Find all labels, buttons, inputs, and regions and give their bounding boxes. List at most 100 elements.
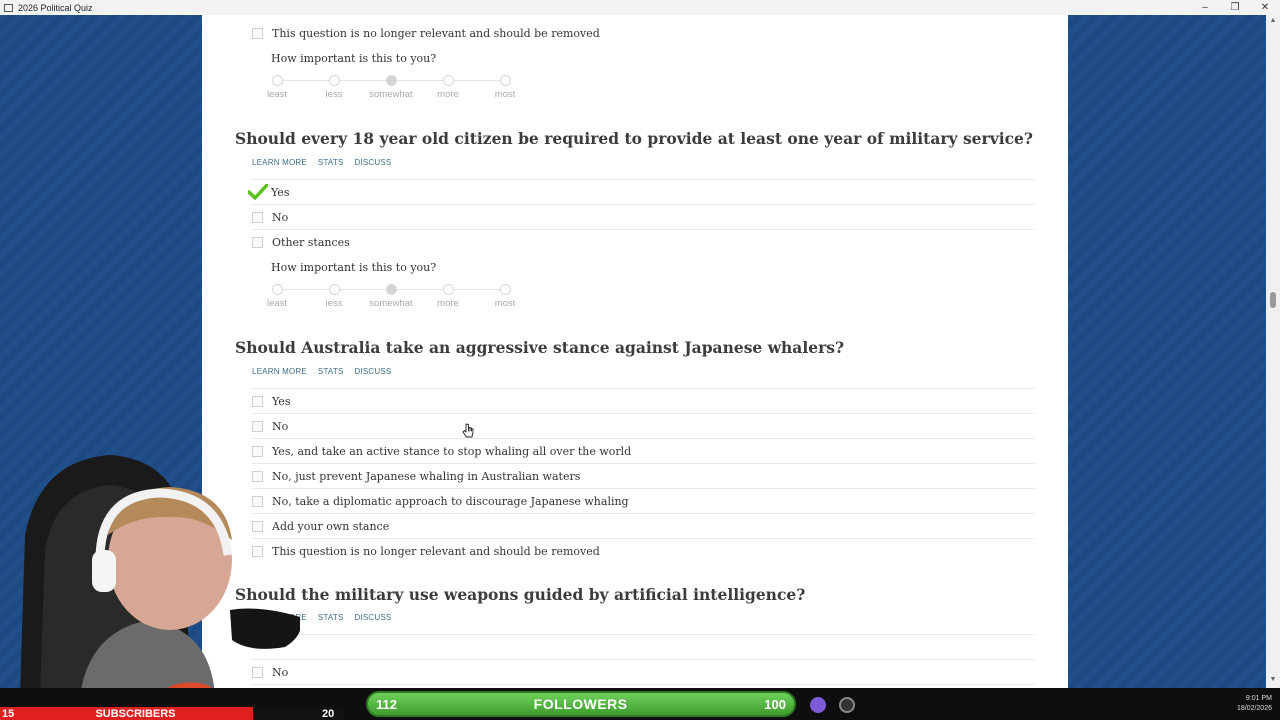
option-yes[interactable]: Yes: [248, 183, 289, 201]
importance-label: somewhat: [369, 298, 413, 309]
stats-link[interactable]: STATS: [318, 158, 344, 167]
importance-label: most: [494, 89, 516, 100]
radio-dot[interactable]: [442, 75, 454, 86]
importance-somewhat[interactable]: somewhat: [362, 75, 420, 100]
importance-label: more: [437, 89, 459, 100]
importance-prompt: How important is this to you?: [271, 52, 437, 65]
checkbox[interactable]: [252, 27, 263, 39]
option-yes[interactable]: Yes: [252, 392, 290, 410]
importance-somewhat[interactable]: somewhat: [362, 284, 420, 309]
divider: [252, 659, 1035, 660]
importance-less[interactable]: less: [305, 75, 363, 100]
divider: [252, 634, 1035, 635]
question-links: LEARN MORE STATS DISCUSS: [252, 158, 391, 167]
checkbox[interactable]: [252, 236, 263, 248]
question-title-ai-weapons: Should the military use weapons guided b…: [235, 585, 806, 604]
hand-cursor-icon: [462, 423, 474, 438]
restore-button[interactable]: ❐: [1220, 2, 1250, 13]
question-title-military-service: Should every 18 year old citizen be requ…: [235, 129, 1033, 148]
option-remove-question[interactable]: This question is no longer relevant and …: [252, 542, 600, 560]
option-no[interactable]: No: [252, 208, 288, 226]
followers-left-count: 112: [376, 696, 397, 712]
clock-time: 9:01 PM: [1245, 695, 1272, 702]
importance-prompt: How important is this to you?: [271, 261, 437, 274]
subscribers-right-count: 20: [322, 707, 335, 720]
radio-dot-selected[interactable]: [385, 284, 397, 295]
discuss-link[interactable]: DISCUSS: [355, 367, 392, 376]
option-diplomatic-approach[interactable]: No, take a diplomatic approach to discou…: [252, 492, 629, 510]
scroll-up-arrow-icon[interactable]: ▲: [1266, 17, 1280, 24]
divider: [252, 179, 1035, 180]
importance-more[interactable]: more: [419, 75, 477, 100]
option-stop-whaling-worldwide[interactable]: Yes, and take an active stance to stop w…: [252, 442, 631, 460]
followers-right-count: 100: [764, 696, 786, 712]
close-button[interactable]: ✕: [1250, 2, 1280, 13]
subscribers-label: SUBSCRIBERS: [18, 707, 253, 720]
importance-label: most: [494, 298, 516, 309]
stats-link[interactable]: STATS: [318, 613, 344, 622]
option-remove-question[interactable]: This question is no longer relevant and …: [252, 24, 600, 42]
option-label: Yes: [272, 394, 291, 408]
radio-dot[interactable]: [271, 75, 283, 86]
importance-less[interactable]: less: [305, 284, 363, 309]
learn-more-link[interactable]: LEARN MORE: [252, 367, 307, 376]
checkbox[interactable]: [252, 211, 263, 223]
importance-most[interactable]: most: [476, 284, 534, 309]
option-label: No: [272, 210, 289, 224]
divider: [252, 538, 1035, 539]
subscribers-left-count: 15: [0, 707, 18, 720]
obs-icon[interactable]: [839, 697, 855, 713]
question-title-whalers: Should Australia take an aggressive stan…: [235, 338, 845, 357]
discuss-link[interactable]: DISCUSS: [355, 158, 392, 167]
option-label: Other stances: [272, 235, 350, 249]
vertical-scrollbar[interactable]: ▲ ▼: [1266, 15, 1280, 688]
importance-label: more: [437, 298, 459, 309]
discuss-link[interactable]: DISCUSS: [355, 613, 392, 622]
quiz-page: This question is no longer relevant and …: [202, 15, 1068, 688]
option-label: Yes, and take an active stance to stop w…: [272, 444, 632, 458]
importance-scale[interactable]: least less somewhat more most: [267, 75, 521, 105]
scroll-down-arrow-icon[interactable]: ▼: [1266, 676, 1280, 683]
divider: [252, 513, 1035, 514]
option-no[interactable]: No: [252, 417, 288, 435]
taskbar-clock[interactable]: 9:01 PM 18/02/2026: [1222, 694, 1272, 714]
radio-dot[interactable]: [499, 284, 511, 295]
radio-dot[interactable]: [271, 284, 283, 295]
importance-most[interactable]: most: [476, 75, 534, 100]
importance-more[interactable]: more: [419, 284, 477, 309]
window-title: 2026 Political Quiz: [18, 2, 93, 13]
option-label: No: [272, 419, 289, 433]
followers-label: FOLLOWERS: [533, 696, 628, 712]
subscribers-bar: 15 SUBSCRIBERS 20: [0, 707, 345, 720]
learn-more-link[interactable]: LEARN MORE: [252, 158, 307, 167]
discord-icon[interactable]: [810, 697, 826, 713]
stats-link[interactable]: STATS: [318, 367, 344, 376]
divider: [252, 463, 1035, 464]
webcam-overlay: [20, 455, 300, 695]
checkmark-icon[interactable]: [248, 184, 268, 200]
option-other-stances[interactable]: Other stances: [252, 233, 350, 251]
importance-label: least: [266, 89, 288, 100]
radio-dot[interactable]: [499, 75, 511, 86]
option-label: No, just prevent Japanese whaling in Aus…: [272, 469, 581, 483]
importance-label: less: [325, 298, 343, 309]
minimize-button[interactable]: –: [1190, 2, 1220, 13]
importance-scale[interactable]: least less somewhat more most: [267, 284, 521, 314]
radio-dot[interactable]: [328, 75, 340, 86]
option-australian-waters[interactable]: No, just prevent Japanese whaling in Aus…: [252, 467, 580, 485]
radio-dot[interactable]: [328, 284, 340, 295]
divider: [252, 488, 1035, 489]
page-background-right: [1068, 15, 1266, 688]
option-label: This question is no longer relevant and …: [272, 26, 600, 40]
divider: [252, 413, 1035, 414]
scrollbar-thumb[interactable]: [1270, 292, 1276, 308]
checkbox[interactable]: [252, 420, 263, 432]
checkbox[interactable]: [252, 395, 263, 407]
importance-least[interactable]: least: [248, 75, 306, 100]
importance-least[interactable]: least: [248, 284, 306, 309]
divider: [252, 388, 1035, 389]
option-label: This question is no longer relevant and …: [272, 544, 600, 558]
radio-dot[interactable]: [442, 284, 454, 295]
window-controls: – ❐ ✕: [1190, 2, 1280, 13]
radio-dot-selected[interactable]: [385, 75, 397, 86]
